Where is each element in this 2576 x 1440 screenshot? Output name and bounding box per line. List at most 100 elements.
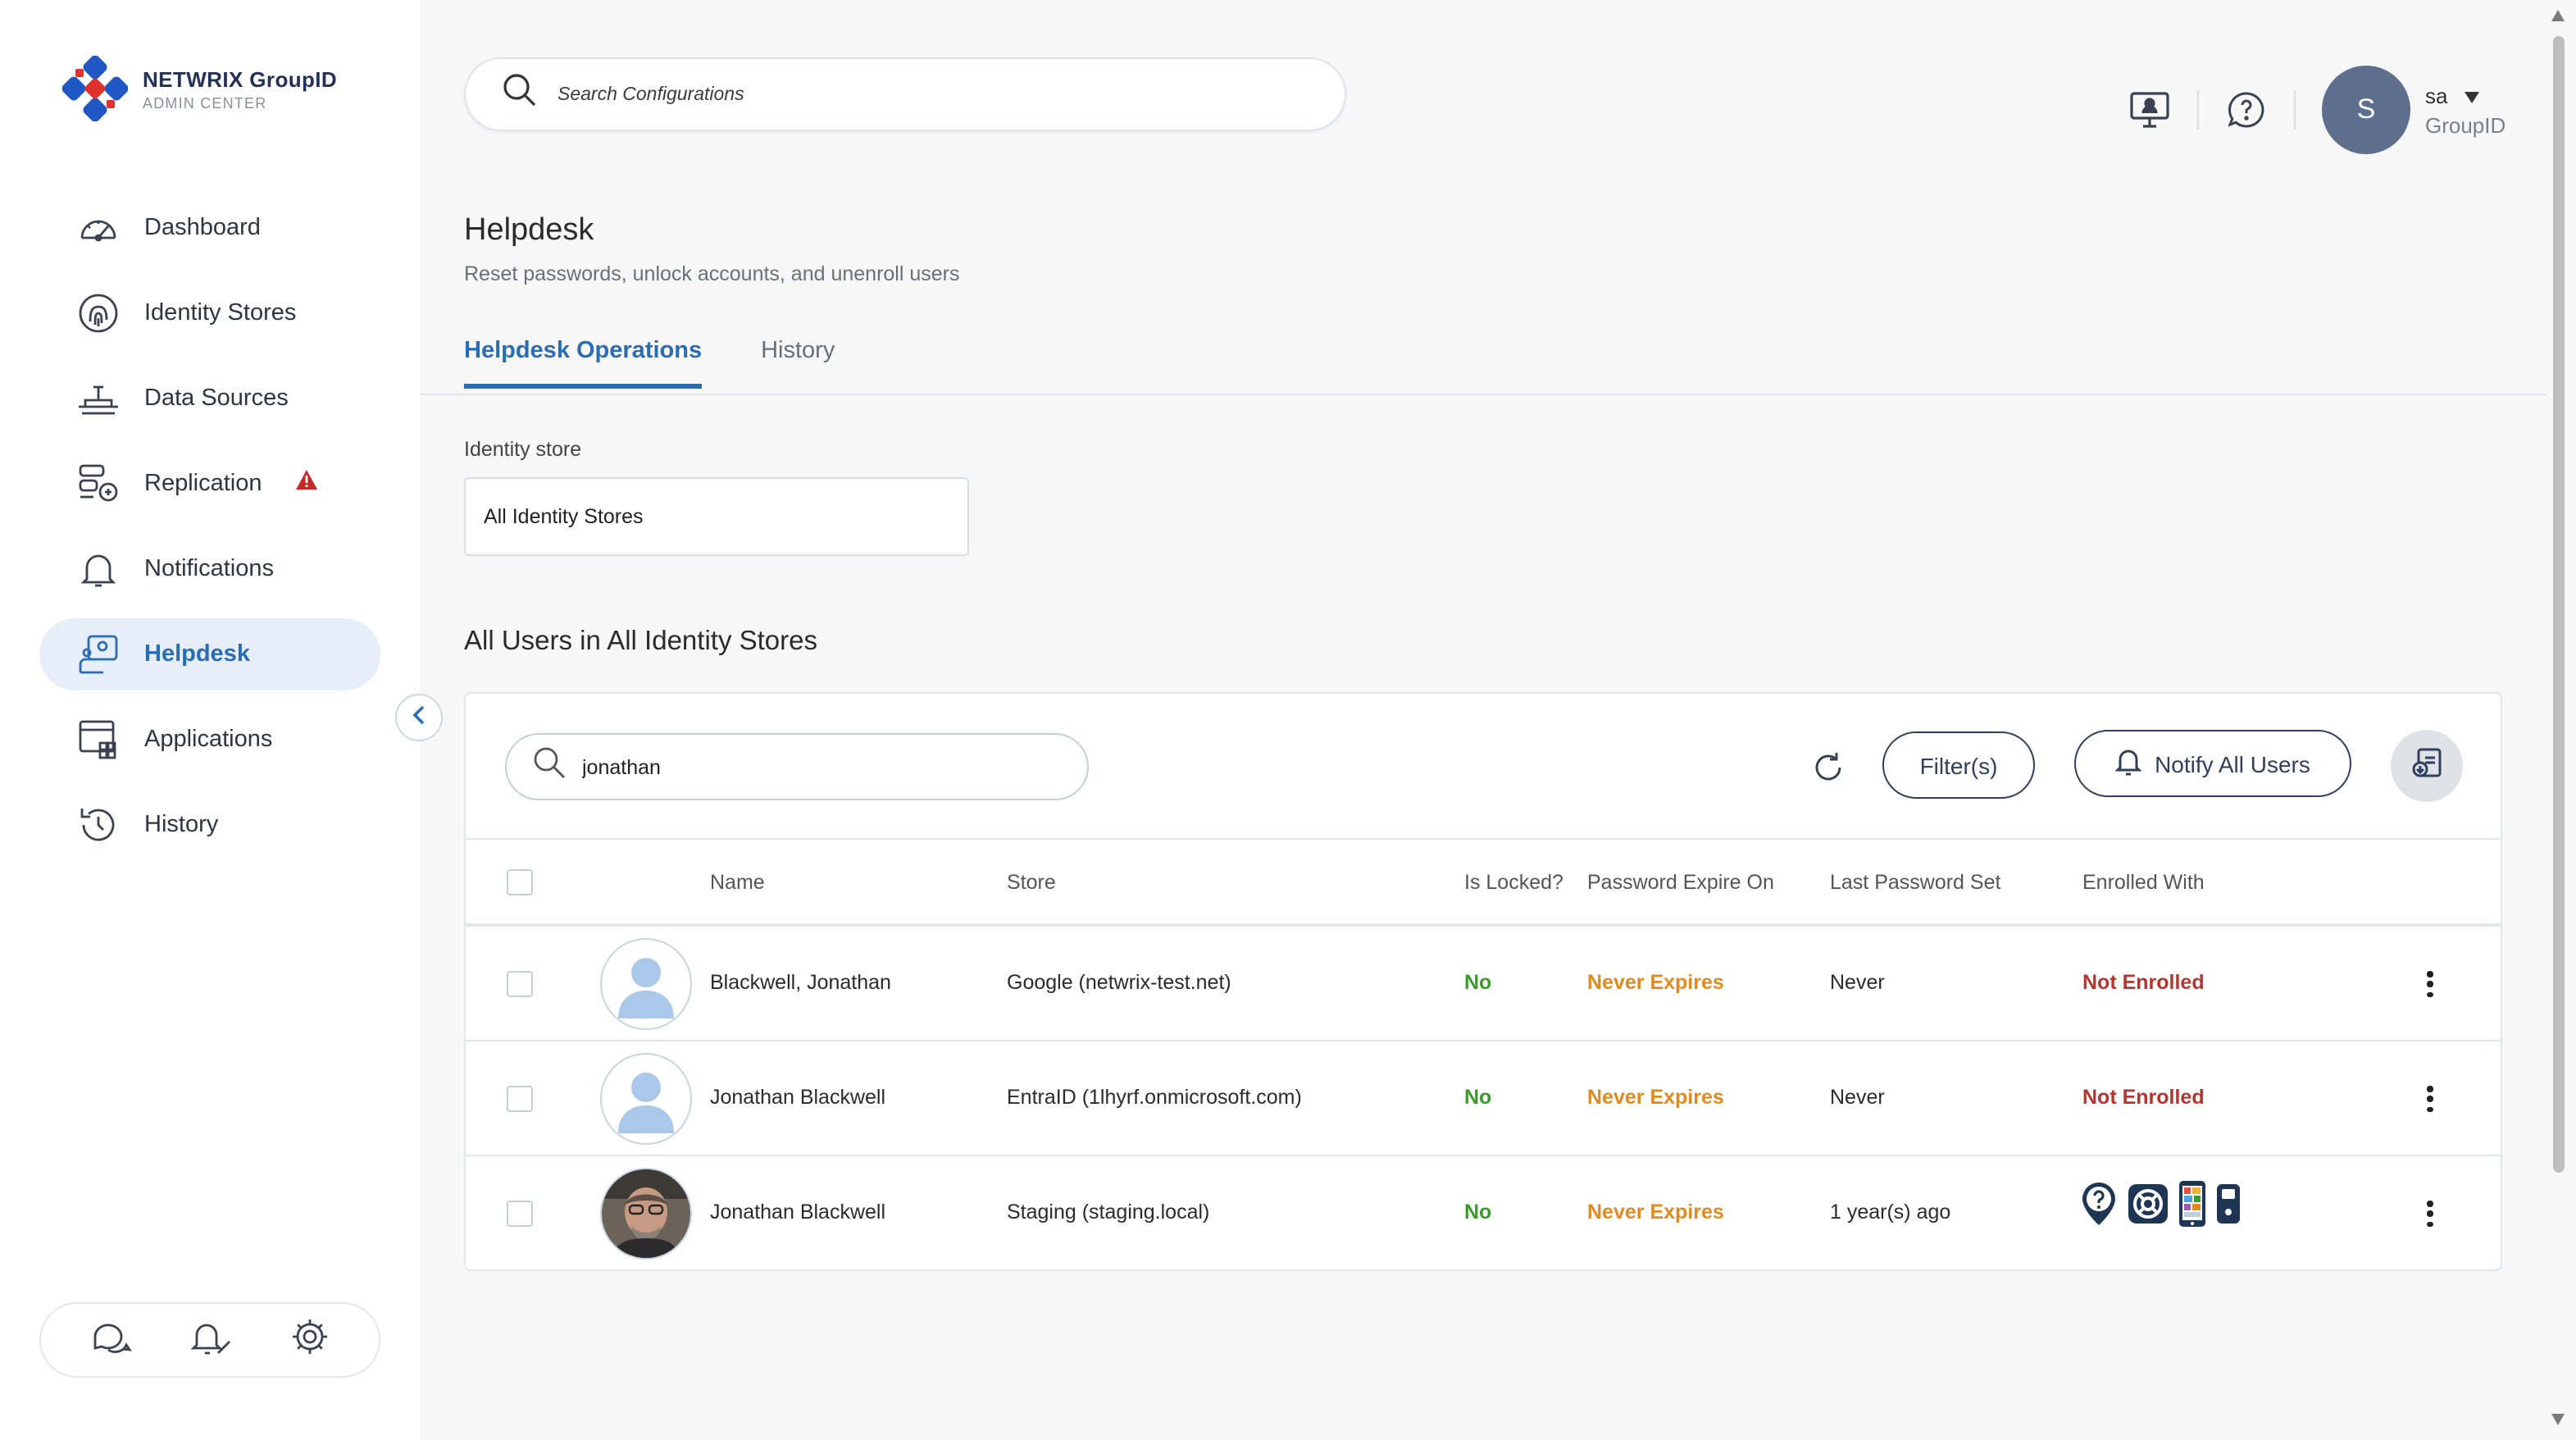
sidebar-item-replication[interactable]: Replication [39,448,380,520]
user-avatar[interactable]: S [2322,66,2410,154]
column-header-enrolled-with[interactable]: Enrolled With [2082,871,2205,894]
enrolled-with-cell: Not Enrolled [2082,971,2205,994]
notify-all-users-label: Notify All Users [2155,750,2310,777]
dashboard-gauge-icon [75,205,121,251]
user-search-bar[interactable] [505,733,1089,800]
user-org: GroupID [2425,112,2506,137]
is-locked-cell: No [1464,971,1492,994]
page-subtitle: Reset passwords, unlock accounts, and un… [464,262,960,285]
config-search-input[interactable] [558,84,1279,104]
data-sources-icon [75,376,121,422]
tab-history[interactable]: History [761,338,835,389]
chat-bubbles-icon[interactable] [89,1316,132,1364]
sidebar-item-label: Applications [144,727,273,753]
sidebar-item-data-sources[interactable]: Data Sources [39,362,380,435]
sidebar-item-label: History [144,812,219,838]
lifebuoy-icon [2127,1183,2169,1230]
scroll-down-arrow-icon[interactable] [2551,1414,2565,1425]
notify-all-users-button[interactable]: Notify All Users [2074,730,2351,797]
password-expire-cell: Never Expires [1587,1201,1724,1224]
header-divider [2197,90,2199,130]
user-avatar-photo [600,1168,692,1260]
sidebar-item-label: Dashboard [144,215,261,241]
user-avatar-placeholder [600,938,692,1030]
user-name-cell[interactable]: Jonathan Blackwell [710,1201,885,1224]
column-header-name[interactable]: Name [710,871,765,894]
sidebar-item-label: Replication [144,471,262,497]
user-name: sa [2425,83,2448,107]
replication-icon [75,461,121,507]
user-menu[interactable]: sa GroupID [2425,83,2505,137]
enrolled-with-icons [2079,1179,2241,1233]
sidebar-item-identity-stores[interactable]: Identity Stores [39,277,380,349]
fingerprint-icon [75,290,121,336]
export-report-icon [2409,744,2445,788]
row-actions-kebab-icon[interactable] [2420,966,2440,1002]
user-name-cell[interactable]: Blackwell, Jonathan [710,971,891,994]
security-question-icon [2079,1181,2119,1232]
section-title: All Users in All Identity Stores [464,627,817,656]
help-chat-icon[interactable] [2222,85,2271,134]
column-header-is-locked[interactable]: Is Locked? [1464,871,1563,894]
table-row[interactable]: Jonathan Blackwell Staging (staging.loca… [466,1156,2501,1271]
header-actions: S sa GroupID [2125,66,2505,154]
warning-icon [295,469,318,499]
sidebar-nav: Dashboard Identity Stores Data Sources R… [39,192,380,874]
last-password-set-cell: Never [1830,1086,1885,1109]
users-table-card: Filter(s) Notify All Users Name Store Is… [464,692,2502,1271]
is-locked-cell: No [1464,1201,1492,1224]
page-scrollbar[interactable] [2546,0,2571,1440]
sidebar-item-helpdesk[interactable]: Helpdesk [39,618,380,690]
export-report-button[interactable] [2391,730,2463,802]
sidebar-collapse-button[interactable] [395,694,443,741]
bell-icon [75,546,121,592]
store-cell: EntraID (1lhyrf.onmicrosoft.com) [1007,1086,1302,1109]
sidebar-item-applications[interactable]: Applications [39,704,380,776]
gear-icon[interactable] [291,1316,330,1364]
row-actions-kebab-icon[interactable] [2420,1196,2440,1232]
tabs-divider [420,394,2546,395]
table-header: Name Store Is Locked? Password Expire On… [466,840,2501,927]
column-header-store[interactable]: Store [1007,871,1056,894]
sidebar-item-history[interactable]: History [39,789,380,861]
sidebar-item-dashboard[interactable]: Dashboard [39,192,380,264]
brand-name: NETWRIX GroupID [143,66,338,91]
user-search-input[interactable] [582,755,1058,778]
last-password-set-cell: 1 year(s) ago [1830,1201,1951,1224]
bell-icon [2114,746,2142,781]
row-actions-kebab-icon[interactable] [2420,1081,2440,1117]
chevron-left-icon [411,703,427,732]
sidebar-item-label: Data Sources [144,385,289,412]
tab-helpdesk-operations[interactable]: Helpdesk Operations [464,338,703,389]
table-row[interactable]: Jonathan Blackwell EntraID (1lhyrf.onmic… [466,1041,2501,1156]
scroll-up-arrow-icon[interactable] [2551,10,2565,21]
header-divider [2294,90,2296,130]
sidebar-item-label: Notifications [144,556,274,582]
table-row[interactable]: Blackwell, Jonathan Google (netwrix-test… [466,927,2501,1041]
column-header-last-password-set[interactable]: Last Password Set [1830,871,2000,894]
row-checkbox[interactable] [507,971,533,997]
identity-store-select[interactable]: All Identity Stores [464,477,969,556]
config-search-bar[interactable] [464,57,1346,131]
helpdesk-icon [75,631,121,677]
store-cell: Staging (staging.local) [1007,1201,1210,1224]
is-locked-cell: No [1464,1086,1492,1109]
row-checkbox[interactable] [507,1086,533,1112]
column-header-password-expire[interactable]: Password Expire On [1587,871,1774,894]
table-toolbar: Filter(s) Notify All Users [466,694,2501,840]
password-expire-cell: Never Expires [1587,971,1724,994]
sidebar-item-notifications[interactable]: Notifications [39,533,380,605]
enrolled-with-cell: Not Enrolled [2082,1086,2205,1109]
brand-logo[interactable]: NETWRIX GroupID ADMIN CENTER [61,55,338,122]
user-name-cell[interactable]: Jonathan Blackwell [710,1086,885,1109]
search-icon [533,746,566,787]
bell-edit-icon[interactable] [190,1316,233,1364]
refresh-icon[interactable] [1807,746,1850,789]
monitor-icon[interactable] [2125,85,2174,134]
scrollbar-thumb[interactable] [2553,36,2565,1173]
row-checkbox[interactable] [507,1201,533,1227]
select-all-checkbox[interactable] [507,869,533,895]
sidebar-item-label: Helpdesk [144,641,250,668]
caret-down-icon [2464,83,2479,107]
filters-button[interactable]: Filter(s) [1882,731,2035,799]
